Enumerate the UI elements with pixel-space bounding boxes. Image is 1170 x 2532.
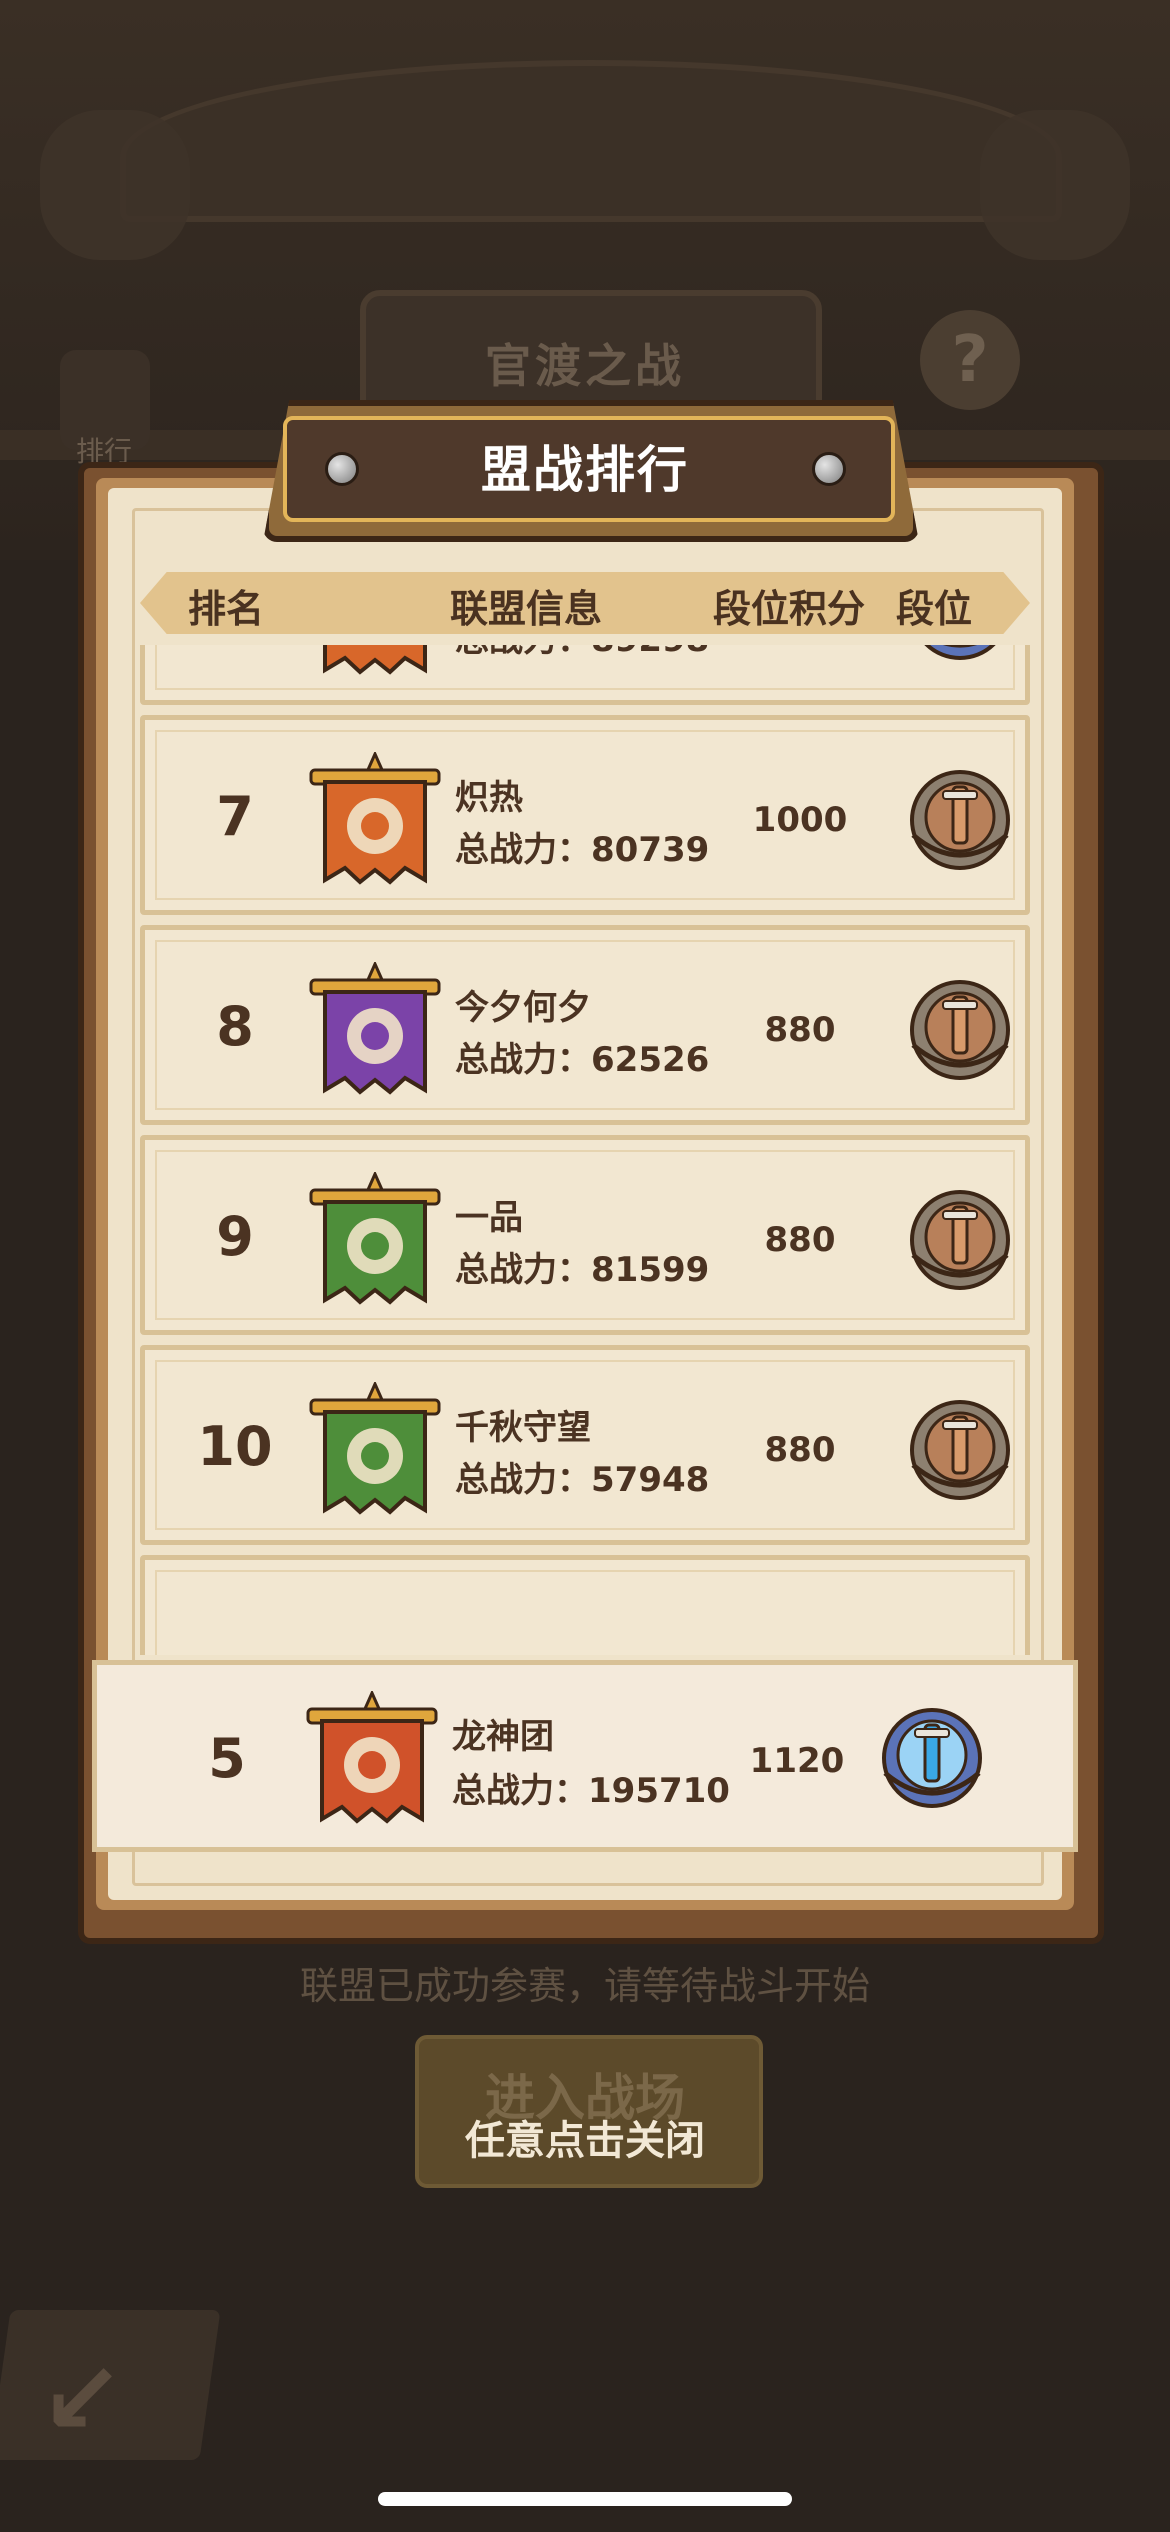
tier-score: 1120 (749, 1741, 845, 1781)
alliance-banner-icon (305, 1380, 445, 1522)
modal-title: 盟战排行 (481, 441, 689, 499)
battle-status-hint: 联盟已成功参赛，请等待战斗开始 (299, 1964, 870, 2008)
alliance-name: 一品 (455, 1198, 523, 1238)
column-alliance-info: 联盟信息 (450, 587, 603, 631)
power-label: 总战力： (455, 830, 591, 870)
ranking-row-peek[interactable] (140, 1555, 1030, 1655)
tier-badge-icon (905, 645, 1015, 665)
alliance-name: 龙神团 (452, 1717, 554, 1757)
ranking-row[interactable]: 8 今夕何夕 总战力：62526 880 (140, 925, 1030, 1125)
question-icon: ? (951, 323, 989, 397)
column-tier-score: 段位积分 (713, 587, 866, 631)
power-label: 总战力： (452, 1771, 588, 1811)
power-value: 57948 (591, 1460, 710, 1500)
dragon-ornament-right-icon (980, 110, 1130, 260)
alliance-power: 总战力：195710 (452, 1763, 730, 1812)
home-indicator (378, 2492, 792, 2506)
power-value: 80739 (591, 830, 710, 870)
back-arrow-icon: ↙ (40, 2340, 124, 2457)
rank-number: 8 (216, 995, 254, 1058)
alliance-name: 炽热 (455, 778, 523, 818)
tier-badge-icon (905, 765, 1015, 875)
own-alliance-row[interactable]: 5 龙神团总战力：195710 1120 (92, 1660, 1078, 1852)
ranking-list[interactable]: 6总战力：8929811207炽热总战力：8073910008今夕何夕总战力：6… (140, 645, 1030, 1655)
alliance-power: 总战力：57948 (455, 1452, 709, 1501)
alliance-power: 总战力：80739 (455, 822, 709, 871)
rank-number: 10 (197, 1415, 273, 1478)
dragon-ornament-left-icon (40, 110, 190, 260)
tier-badge-icon (905, 1185, 1015, 1295)
column-tier: 段位 (896, 587, 973, 631)
power-value: 89298 (591, 645, 709, 660)
alliance-banner-icon (305, 645, 445, 682)
tap-to-close-hint[interactable]: 任意点击关闭 (415, 2108, 755, 2166)
tier-badge-icon (905, 975, 1015, 1085)
power-label: 总战力： (455, 645, 591, 660)
power-value: 62526 (591, 1040, 710, 1080)
alliance-name: 今夕何夕 (455, 988, 591, 1028)
tier-score: 880 (764, 1430, 836, 1470)
ranking-row[interactable]: 7 炽热 总战力：80739 1000 (140, 715, 1030, 915)
power-value: 81599 (591, 1250, 710, 1290)
ranking-row[interactable]: 6总战力：892981120 (140, 645, 1030, 705)
alliance-power: 总战力：81599 (455, 1242, 709, 1291)
alliance-banner-icon (305, 1170, 445, 1312)
alliance-power: 总战力：89298 (455, 645, 709, 661)
power-value: 195710 (588, 1771, 730, 1811)
tier-score: 880 (764, 1010, 836, 1050)
column-rank: 排名 (188, 587, 265, 631)
tier-badge-icon (905, 1395, 1015, 1505)
power-label: 总战力： (455, 1460, 591, 1500)
scene-title: 官渡之战 (485, 339, 685, 393)
alliance-banner-icon (305, 960, 445, 1102)
tier-score: 1000 (752, 800, 848, 840)
power-label: 总战力： (455, 1040, 591, 1080)
rank-number: 9 (216, 1205, 254, 1268)
rank-number: 5 (208, 1727, 246, 1790)
power-label: 总战力： (455, 1250, 591, 1290)
tier-badge-icon (877, 1703, 987, 1813)
alliance-name: 千秋守望 (455, 1408, 591, 1448)
alliance-banner-icon (302, 1689, 442, 1831)
tier-score: 880 (764, 1220, 836, 1260)
rank-number: 7 (216, 785, 254, 848)
alliance-power: 总战力：62526 (455, 1032, 709, 1081)
ranking-row[interactable]: 9 一品 总战力：81599 880 (140, 1135, 1030, 1335)
ranking-row[interactable]: 10 千秋守望 总战力：57948 880 (140, 1345, 1030, 1545)
help-button[interactable]: ? (920, 310, 1020, 410)
alliance-banner-icon (305, 750, 445, 892)
